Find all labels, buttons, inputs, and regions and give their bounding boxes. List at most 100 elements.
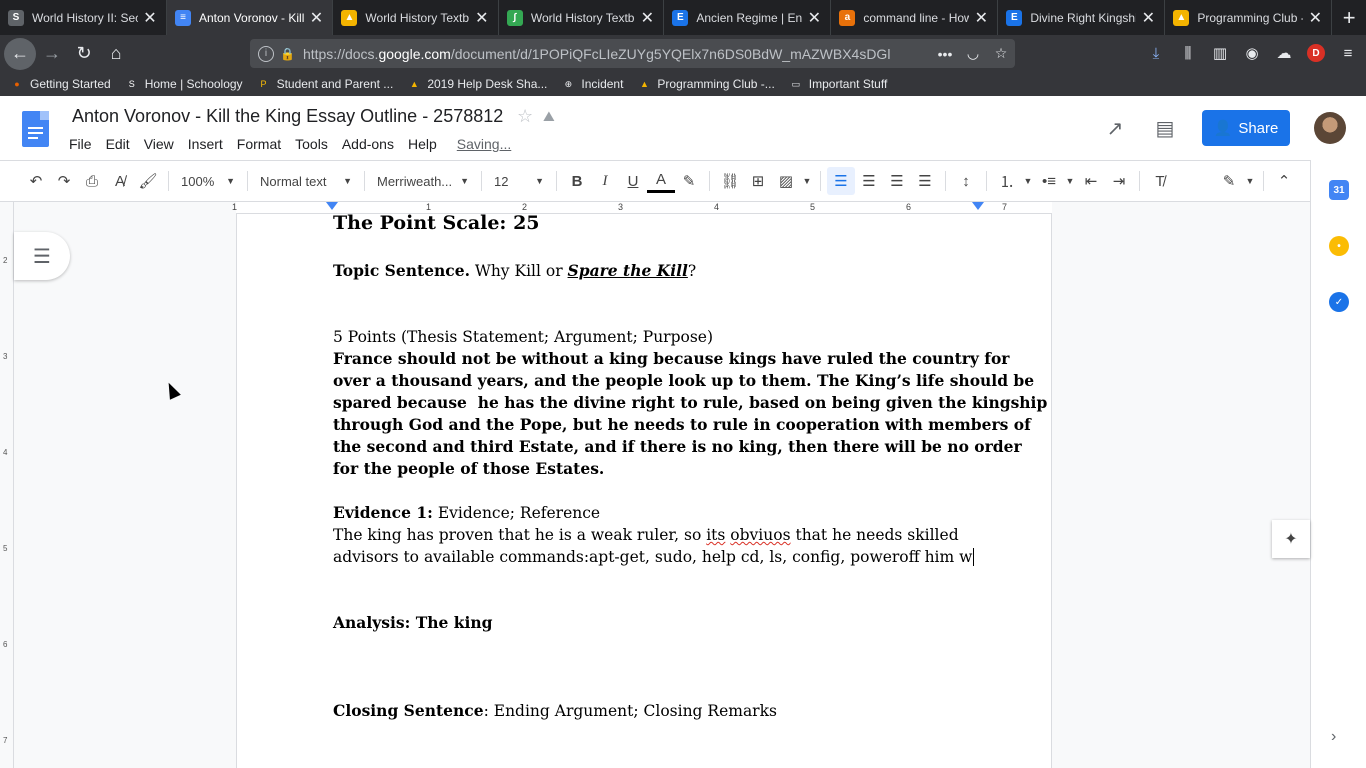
chevron-down-icon[interactable]: ▼ xyxy=(1021,167,1035,195)
menu-item-add-ons[interactable]: Add-ons xyxy=(335,134,401,154)
sidebar-icon[interactable]: ▥ xyxy=(1206,39,1234,67)
paint-format-icon[interactable]: 🖌 xyxy=(134,167,162,195)
bookmark-item[interactable]: P Student and Parent ... xyxy=(257,77,394,91)
close-icon[interactable]: ✕ xyxy=(474,8,490,28)
editing-mode-icon[interactable]: ✎ xyxy=(1215,167,1243,195)
spellcheck-icon[interactable]: A̸ xyxy=(106,167,134,195)
bookmark-item[interactable]: ▲ 2019 Help Desk Sha... xyxy=(407,77,548,91)
close-icon[interactable]: ✕ xyxy=(973,8,989,28)
chevron-down-icon[interactable]: ▼ xyxy=(1063,167,1077,195)
underline-icon[interactable]: U xyxy=(619,167,647,195)
forward-button-icon[interactable]: → xyxy=(36,38,68,70)
undo-icon[interactable]: ↶ xyxy=(22,167,50,195)
align-center-icon[interactable]: ☰ xyxy=(855,167,883,195)
decrease-indent-icon[interactable]: ⇤ xyxy=(1077,167,1105,195)
menu-item-format[interactable]: Format xyxy=(230,134,288,154)
activity-dashboard-icon[interactable]: ↗ xyxy=(1102,116,1128,141)
docs-logo-icon[interactable] xyxy=(22,111,49,147)
line-spacing-icon[interactable]: ↕ xyxy=(952,167,980,195)
new-tab-button[interactable]: + xyxy=(1332,0,1366,35)
save-status[interactable]: Saving... xyxy=(450,134,518,154)
bookmark-star-icon[interactable]: ☆ xyxy=(987,45,1015,62)
browser-tab[interactable]: ≡ Anton Voronov - Kill ✕ xyxy=(167,0,334,35)
browser-tab[interactable]: S World History II: Sec ✕ xyxy=(0,0,167,35)
bookmark-item[interactable]: S Home | Schoology xyxy=(125,77,243,91)
menu-item-tools[interactable]: Tools xyxy=(288,134,335,154)
back-button-icon[interactable]: ← xyxy=(4,37,36,70)
bold-icon[interactable]: B xyxy=(563,167,591,195)
zoom-select[interactable]: 100% ▼ xyxy=(175,167,241,195)
style-select[interactable]: Normal text ▼ xyxy=(254,167,358,195)
browser-tab[interactable]: E Divine Right Kingshi ✕ xyxy=(998,0,1166,35)
explore-icon[interactable]: ✦ xyxy=(1272,520,1310,558)
address-bar[interactable]: i 🔒 https://docs.google.com/document/d/1… xyxy=(250,39,1015,68)
profile-avatar[interactable]: D xyxy=(1302,39,1330,67)
menu-item-edit[interactable]: Edit xyxy=(99,134,137,154)
print-icon[interactable]: ⎙ xyxy=(78,167,106,195)
bookmark-item[interactable]: ● Getting Started xyxy=(10,77,110,91)
site-info-icon[interactable]: i xyxy=(258,45,274,62)
move-to-drive-icon[interactable]: ⛰ xyxy=(543,108,555,125)
document-page[interactable]: The Point Scale: 25 Topic Sentence. Why … xyxy=(236,212,1052,768)
spelling-error[interactable]: its xyxy=(706,526,725,544)
left-indent-marker[interactable] xyxy=(326,202,338,210)
increase-indent-icon[interactable]: ⇥ xyxy=(1105,167,1133,195)
menu-item-help[interactable]: Help xyxy=(401,134,444,154)
account-icon[interactable]: ◉ xyxy=(1238,39,1266,67)
menu-item-view[interactable]: View xyxy=(137,134,181,154)
keep-icon[interactable]: • xyxy=(1329,236,1349,256)
browser-tab[interactable]: ▲ Programming Club - ✕ xyxy=(1165,0,1333,35)
expand-panel-icon[interactable]: › xyxy=(1331,728,1336,746)
spelling-error[interactable]: obviuos xyxy=(730,526,790,544)
bookmark-item[interactable]: ▲ Programming Club -... xyxy=(637,77,775,91)
font-size-select[interactable]: 12 ▼ xyxy=(488,167,550,195)
document-outline-icon[interactable]: ☰ xyxy=(14,232,70,280)
menu-icon[interactable]: ≡ xyxy=(1334,39,1362,67)
library-icon[interactable]: ⫼ xyxy=(1174,39,1202,67)
reload-icon[interactable]: ↻ xyxy=(68,38,100,70)
browser-tab[interactable]: a command line - How ✕ xyxy=(831,0,999,35)
calendar-icon[interactable]: 31 xyxy=(1329,180,1349,200)
highlight-icon[interactable]: ✎ xyxy=(675,167,703,195)
add-comment-icon[interactable]: ⊞ xyxy=(744,167,772,195)
bulleted-list-icon[interactable]: •≡ xyxy=(1035,167,1063,195)
font-select[interactable]: Merriweath... ▼ xyxy=(371,167,475,195)
chevron-down-icon[interactable]: ▼ xyxy=(800,167,814,195)
align-right-icon[interactable]: ☰ xyxy=(883,167,911,195)
close-icon[interactable]: ✕ xyxy=(639,8,655,28)
chevron-down-icon[interactable]: ▼ xyxy=(1243,167,1257,195)
bookmark-item[interactable]: ▭ Important Stuff xyxy=(789,77,888,91)
collapse-menus-icon[interactable]: ⌃ xyxy=(1270,167,1298,195)
right-indent-marker[interactable] xyxy=(972,202,984,210)
document-title[interactable]: Anton Voronov - Kill the King Essay Outl… xyxy=(72,106,503,127)
italic-icon[interactable]: I xyxy=(591,167,619,195)
download-icon[interactable]: ⤓ xyxy=(1142,39,1170,67)
browser-tab[interactable]: E Ancien Regime | Enc ✕ xyxy=(664,0,832,35)
close-icon[interactable]: ✕ xyxy=(142,8,158,28)
redo-icon[interactable]: ↷ xyxy=(50,167,78,195)
close-icon[interactable]: ✕ xyxy=(1140,8,1156,28)
clear-formatting-icon[interactable]: T̸ xyxy=(1146,167,1174,195)
bookmark-item[interactable]: ⊕ Incident xyxy=(561,77,624,91)
close-icon[interactable]: ✕ xyxy=(1307,8,1323,28)
text-color-icon[interactable]: A xyxy=(647,169,675,193)
user-avatar[interactable] xyxy=(1314,112,1346,144)
share-button[interactable]: 👤 Share xyxy=(1202,110,1290,146)
browser-tab[interactable]: ∫ World History Textb ✕ xyxy=(499,0,665,35)
comment-icon[interactable]: ▤ xyxy=(1152,116,1178,141)
pocket-icon[interactable]: ◡ xyxy=(959,45,987,62)
close-icon[interactable]: ✕ xyxy=(806,8,822,28)
insert-image-icon[interactable]: ▨ xyxy=(772,167,800,195)
menu-item-insert[interactable]: Insert xyxy=(181,134,230,154)
align-justify-icon[interactable]: ☰ xyxy=(911,167,939,195)
star-icon[interactable]: ☆ xyxy=(517,106,533,127)
browser-tab[interactable]: ▲ World History Textb ✕ xyxy=(333,0,499,35)
tasks-icon[interactable]: ✓ xyxy=(1329,292,1349,312)
align-left-icon[interactable]: ☰ xyxy=(827,167,855,195)
page-actions-icon[interactable]: ••• xyxy=(931,46,959,62)
extension-icon[interactable]: ☁ xyxy=(1270,39,1298,67)
link-icon[interactable]: ⛓ xyxy=(716,167,744,195)
menu-item-file[interactable]: File xyxy=(62,134,99,154)
numbered-list-icon[interactable]: ⒈ xyxy=(993,167,1021,195)
home-icon[interactable]: ⌂ xyxy=(100,38,132,70)
